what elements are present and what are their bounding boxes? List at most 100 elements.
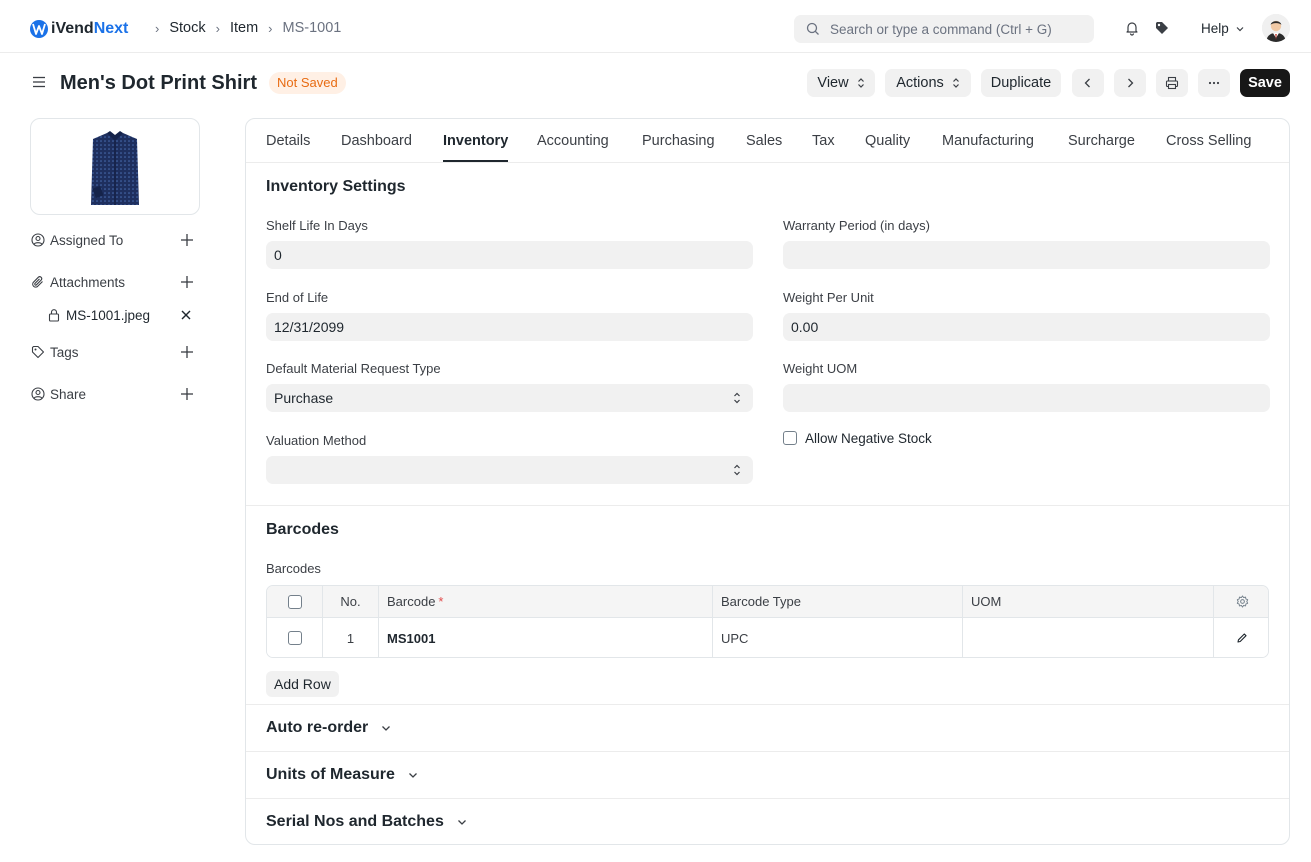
attachment-file[interactable]: MS-1001.jpeg <box>46 305 195 325</box>
plus-icon[interactable] <box>179 232 195 248</box>
gear-icon[interactable] <box>1236 595 1249 608</box>
printer-icon <box>1165 76 1179 90</box>
share[interactable]: Share <box>30 384 195 404</box>
auto-reorder-section[interactable]: Auto re-order <box>266 719 392 737</box>
weight-per-unit-value: 0.00 <box>791 319 819 335</box>
save-button[interactable]: Save <box>1240 69 1290 97</box>
allow-negative-stock-label: Allow Negative Stock <box>805 431 932 446</box>
row-barcode-type[interactable]: UPC <box>713 618 963 657</box>
next-button[interactable] <box>1114 69 1146 97</box>
more-button[interactable] <box>1198 69 1230 97</box>
tag-icon[interactable] <box>1153 19 1171 37</box>
row-uom[interactable] <box>963 618 1214 657</box>
tab-sales[interactable]: Sales <box>746 133 782 149</box>
allow-negative-stock-checkbox[interactable] <box>783 431 797 445</box>
sort-icon <box>952 78 959 88</box>
plus-icon[interactable] <box>179 274 195 290</box>
breadcrumb-stock[interactable]: Stock <box>169 20 205 36</box>
chevron-right-icon: › <box>215 20 220 36</box>
col-settings[interactable] <box>1214 586 1268 617</box>
lock-icon <box>46 307 62 323</box>
breadcrumb-current[interactable]: MS-1001 <box>283 20 342 36</box>
col-barcode[interactable]: Barcode * <box>379 586 713 617</box>
search-bar[interactable] <box>794 15 1094 43</box>
valuation-method-select[interactable] <box>266 456 753 484</box>
row-select-cell <box>267 618 323 657</box>
tab-purchasing[interactable]: Purchasing <box>642 133 715 149</box>
tab-tax[interactable]: Tax <box>812 133 835 149</box>
print-button[interactable] <box>1156 69 1188 97</box>
tag-icon <box>30 344 46 360</box>
tab-quality[interactable]: Quality <box>865 133 910 149</box>
valuation-method-label: Valuation Method <box>266 433 367 448</box>
tab-cross-selling[interactable]: Cross Selling <box>1166 133 1251 149</box>
section-divider <box>246 798 1289 799</box>
row-no: 1 <box>323 618 379 657</box>
add-row-button[interactable]: Add Row <box>266 671 339 697</box>
share-label: Share <box>50 386 87 402</box>
weight-per-unit-field[interactable]: 0.00 <box>783 313 1270 341</box>
app-logo[interactable]: iVendNext <box>30 19 128 39</box>
col-barcode-type[interactable]: Barcode Type <box>713 586 963 617</box>
plus-icon[interactable] <box>179 344 195 360</box>
chevron-left-icon <box>1084 78 1090 88</box>
actions-button[interactable]: Actions <box>885 69 971 97</box>
barcodes-title: Barcodes <box>266 521 339 538</box>
row-checkbox[interactable] <box>287 631 302 645</box>
tab-surcharge[interactable]: Surcharge <box>1068 133 1135 149</box>
save-label: Save <box>1248 75 1282 91</box>
help-dropdown[interactable]: Help <box>1201 21 1245 36</box>
select-arrows-icon <box>734 392 740 404</box>
view-button[interactable]: View <box>807 69 875 97</box>
user-icon <box>30 232 46 248</box>
assigned-to[interactable]: Assigned To <box>30 230 195 250</box>
tags[interactable]: Tags <box>30 342 195 362</box>
warranty-period-field[interactable] <box>783 241 1270 269</box>
tab-details[interactable]: Details <box>266 133 310 149</box>
attachments[interactable]: Attachments <box>30 272 195 292</box>
duplicate-button[interactable]: Duplicate <box>981 69 1061 97</box>
units-of-measure-title: Units of Measure <box>266 766 395 783</box>
edit-icon[interactable] <box>1236 632 1248 644</box>
close-icon[interactable] <box>179 308 193 322</box>
plus-icon[interactable] <box>179 386 195 402</box>
avatar[interactable] <box>1262 14 1290 42</box>
weight-per-unit-label: Weight Per Unit <box>783 290 874 305</box>
tab-manufacturing[interactable]: Manufacturing <box>942 133 1034 149</box>
bell-icon[interactable] <box>1123 19 1141 37</box>
breadcrumb-item[interactable]: Item <box>230 20 258 36</box>
attachment-file-name[interactable]: MS-1001.jpeg <box>66 308 150 323</box>
share-icon <box>30 386 46 402</box>
tab-bar: Details Dashboard Inventory Accounting P… <box>246 119 1289 163</box>
active-tab-indicator <box>443 160 508 162</box>
tab-dashboard[interactable]: Dashboard <box>341 133 412 149</box>
page-header: Men's Dot Print Shirt Not Saved View Act… <box>0 53 1311 113</box>
tab-inventory[interactable]: Inventory <box>443 133 508 149</box>
duplicate-label: Duplicate <box>990 75 1052 91</box>
inventory-settings-title: Inventory Settings <box>266 178 406 195</box>
row-edit-cell[interactable] <box>1214 618 1268 657</box>
col-uom[interactable]: UOM <box>963 586 1214 617</box>
chevron-down-icon <box>382 726 391 731</box>
serial-batches-section[interactable]: Serial Nos and Batches <box>266 813 468 831</box>
end-of-life-value: 12/31/2099 <box>274 319 345 335</box>
chevron-right-icon <box>1128 78 1134 88</box>
item-image[interactable] <box>30 118 200 215</box>
table-row[interactable]: 1 MS1001 UPC <box>267 618 1268 657</box>
material-request-type-label: Default Material Request Type <box>266 361 441 376</box>
attachments-label: Attachments <box>50 274 126 290</box>
row-barcode[interactable]: MS1001 <box>379 618 713 657</box>
menu-icon[interactable] <box>31 74 47 90</box>
ellipsis-icon <box>1208 81 1220 85</box>
material-request-type-value: Purchase <box>274 390 334 406</box>
tab-accounting[interactable]: Accounting <box>537 133 609 149</box>
units-of-measure-section[interactable]: Units of Measure <box>266 766 419 784</box>
material-request-type-select[interactable]: Purchase <box>266 384 753 412</box>
weight-uom-field[interactable] <box>783 384 1270 412</box>
shelf-life-field[interactable]: 0 <box>266 241 753 269</box>
tags-label: Tags <box>50 344 79 360</box>
previous-button[interactable] <box>1072 69 1104 97</box>
end-of-life-field[interactable]: 12/31/2099 <box>266 313 753 341</box>
search-input[interactable] <box>830 21 1090 37</box>
select-all-checkbox[interactable] <box>287 594 302 609</box>
